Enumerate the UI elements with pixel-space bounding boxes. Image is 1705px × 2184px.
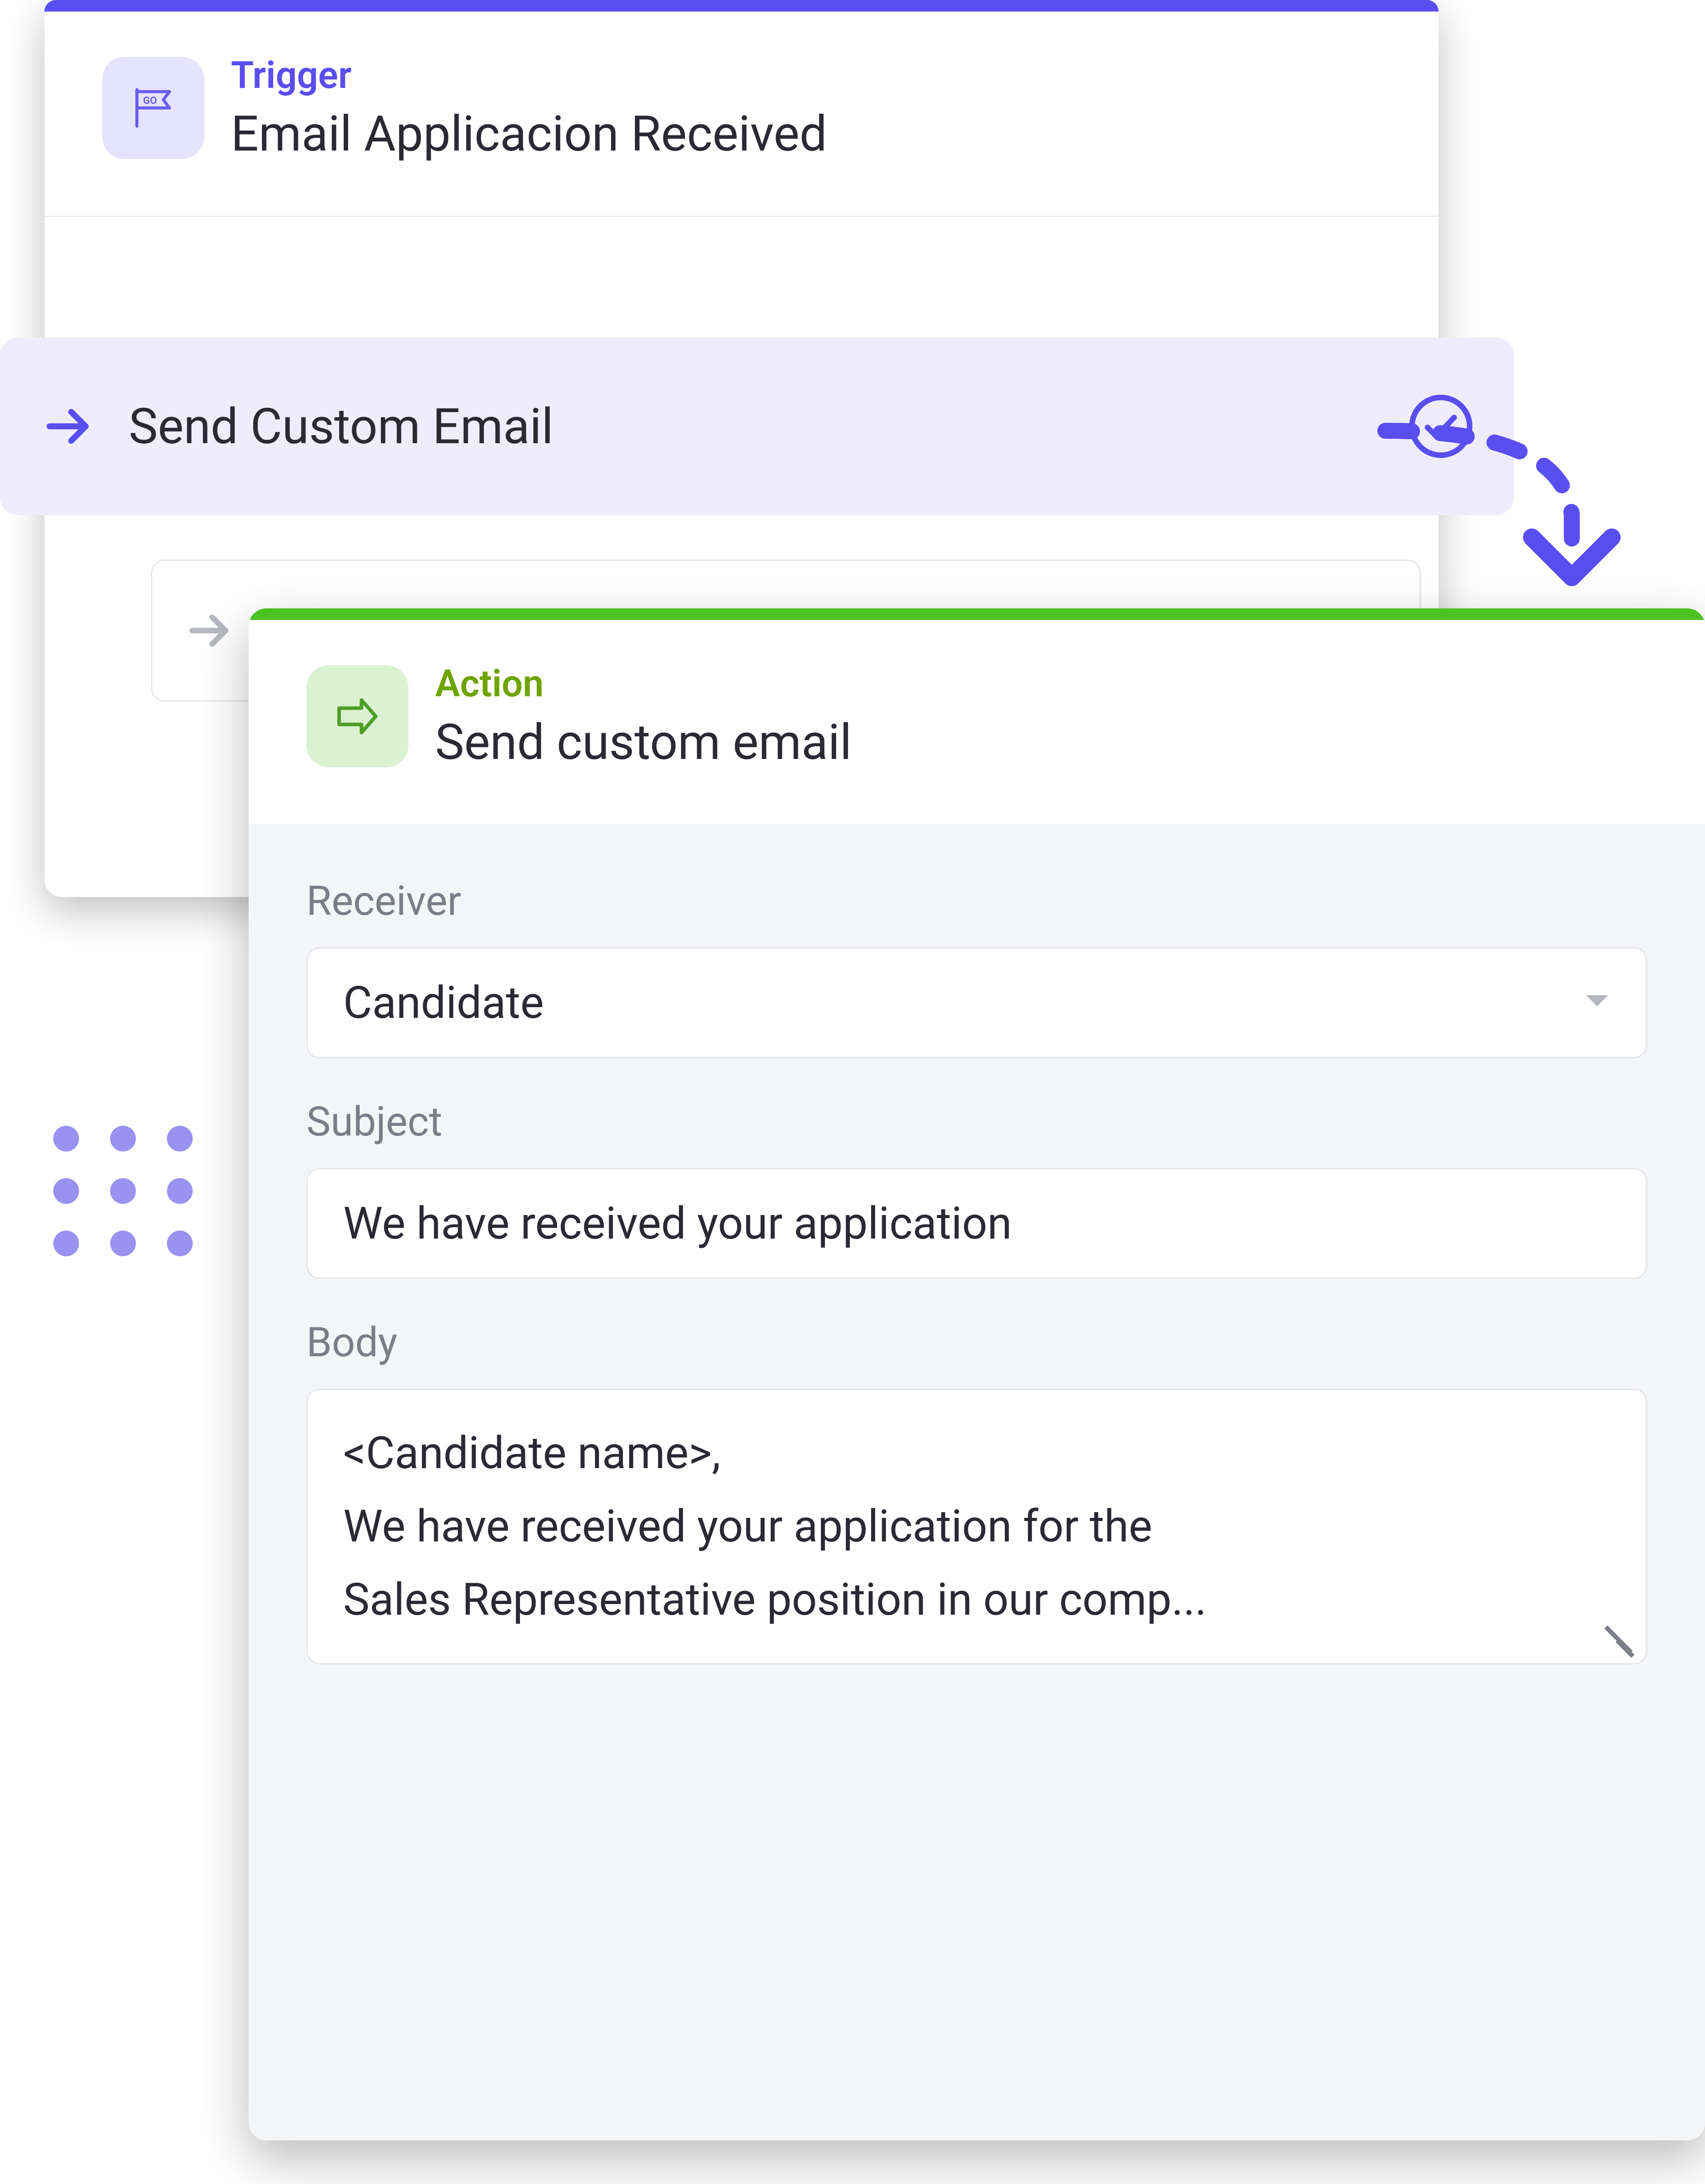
action-label: Action (435, 662, 852, 706)
resize-handle-icon[interactable] (1603, 1620, 1634, 1652)
action-card: Action Send custom email Receiver Candid… (249, 608, 1705, 2140)
subject-label: Subject (306, 1098, 1647, 1146)
body-line-3: Sales Representative position in our com… (343, 1563, 1610, 1636)
decorative-dot-grid (53, 1126, 193, 1256)
receiver-value: Candidate (343, 977, 544, 1029)
subject-input[interactable]: We have received your application (306, 1168, 1647, 1279)
divider (44, 216, 1439, 217)
workflow-step-send-email[interactable]: Send Custom Email (0, 338, 1514, 515)
arrow-right-icon (183, 604, 237, 657)
receiver-select[interactable]: Candidate (306, 947, 1647, 1058)
svg-text:GO: GO (143, 95, 157, 107)
body-line-2: We have received your application for th… (343, 1490, 1610, 1563)
chevron-down-icon (1584, 993, 1610, 1013)
action-description: Send custom email (435, 714, 852, 771)
subject-value: We have received your application (343, 1198, 1012, 1250)
step-label: Send Custom Email (129, 398, 1376, 455)
action-form: Receiver Candidate Subject We have recei… (249, 824, 1705, 1718)
check-circle-icon (1408, 393, 1474, 460)
trigger-header[interactable]: GO Trigger Email Applicacion Received (44, 0, 1439, 216)
arrow-right-icon (40, 397, 98, 455)
flag-go-icon: GO (102, 57, 204, 159)
receiver-label: Receiver (306, 878, 1647, 925)
body-line-1: <Candidate name>, (343, 1417, 1610, 1490)
action-header[interactable]: Action Send custom email (249, 608, 1705, 824)
arrow-right-outline-icon (306, 665, 408, 767)
body-textarea[interactable]: <Candidate name>, We have received your … (306, 1389, 1647, 1664)
trigger-description: Email Applicacion Received (231, 105, 827, 163)
body-label: Body (306, 1319, 1647, 1366)
trigger-label: Trigger (231, 53, 827, 97)
